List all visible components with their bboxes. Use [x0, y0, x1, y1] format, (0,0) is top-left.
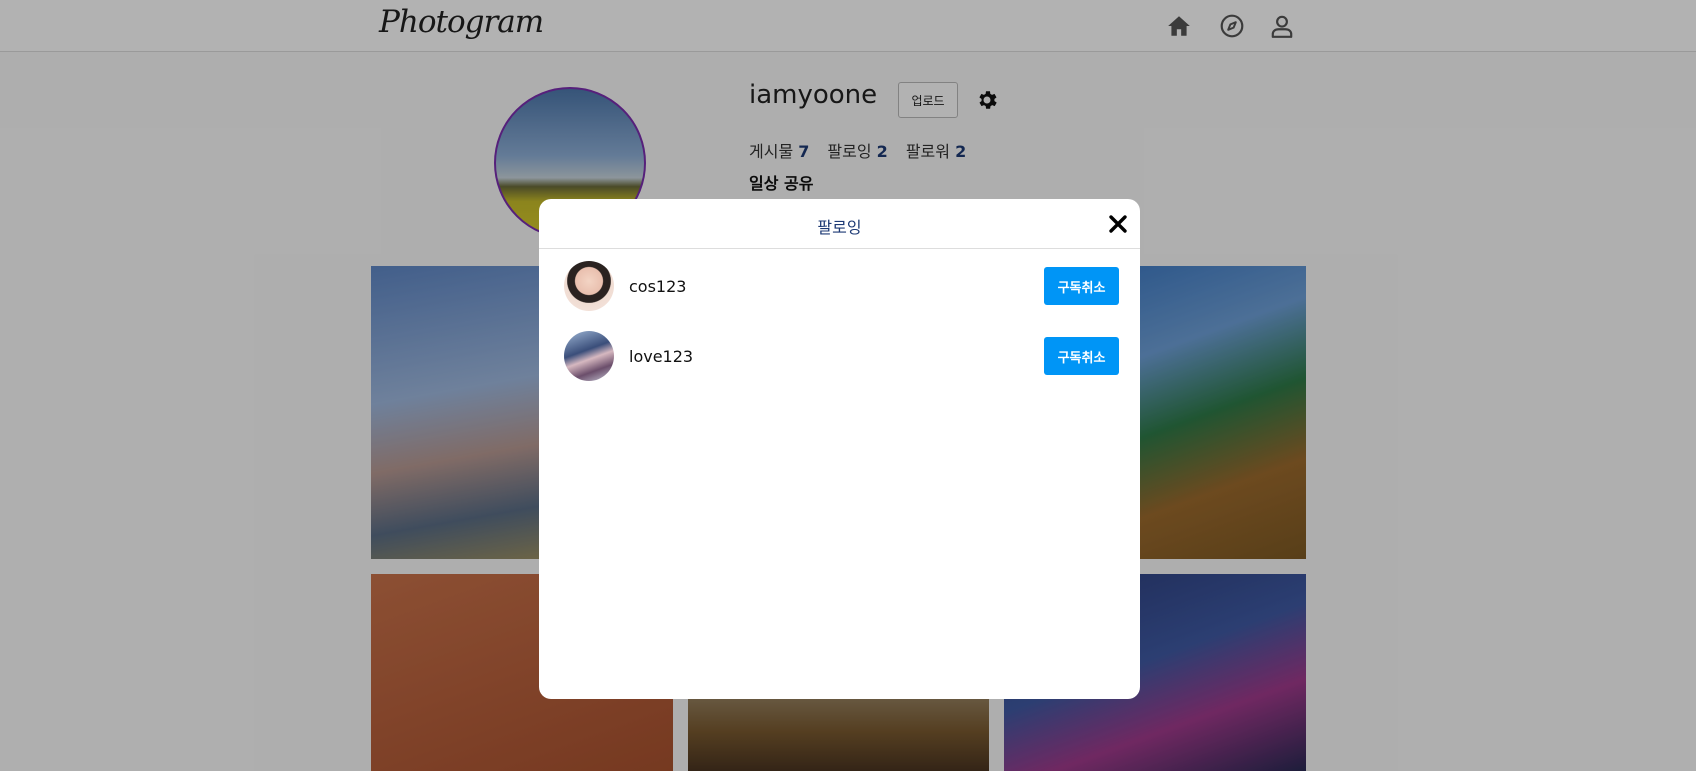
modal-header: 팔로잉 — [539, 199, 1140, 249]
avatar[interactable] — [564, 261, 614, 311]
modal-title: 팔로잉 — [817, 218, 862, 237]
following-modal: 팔로잉 cos123 구독취소 love123 구독취소 — [539, 199, 1140, 699]
unsubscribe-button[interactable]: 구독취소 — [1044, 337, 1119, 375]
list-item: love123 구독취소 — [539, 320, 1140, 386]
list-item-username[interactable]: love123 — [629, 347, 693, 366]
close-icon[interactable] — [1107, 213, 1129, 235]
list-item-username[interactable]: cos123 — [629, 277, 686, 296]
unsubscribe-button[interactable]: 구독취소 — [1044, 267, 1119, 305]
avatar[interactable] — [564, 331, 614, 381]
list-item: cos123 구독취소 — [539, 250, 1140, 316]
